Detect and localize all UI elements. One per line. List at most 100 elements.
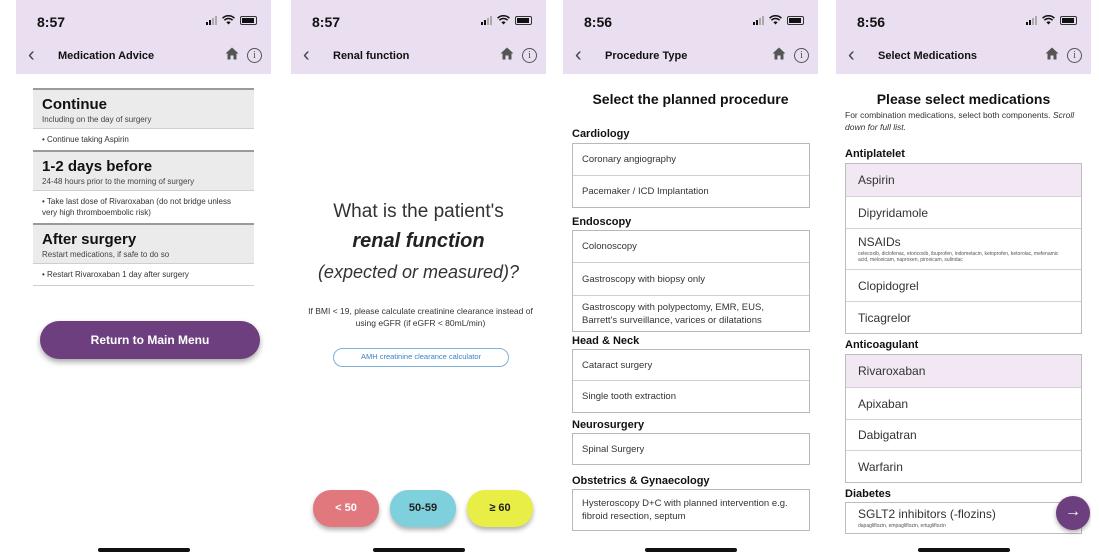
- status-time: 8:57: [37, 14, 66, 30]
- section-after-header: After surgery Restart medications, if sa…: [33, 223, 254, 263]
- status-bar: 8:57: [291, 0, 546, 40]
- medication-label: SGLT2 inhibitors (-flozins): [858, 507, 996, 521]
- category-obstetrics: Obstetrics & Gynaecology: [572, 475, 710, 487]
- renal-gte60-button[interactable]: ≥ 60: [467, 490, 533, 527]
- medication-components: dapagliflozin, empagliflozin, ertugliflo…: [858, 523, 946, 529]
- question-line-3: (expected or measured)?: [317, 262, 520, 282]
- procedure-list: Spinal Surgery: [572, 433, 810, 465]
- procedure-option[interactable]: Single tooth extraction: [573, 380, 809, 412]
- category-diabetes: Diabetes: [845, 488, 891, 500]
- procedure-list: Hysteroscopy D+C with planned interventi…: [572, 489, 810, 531]
- advice-item: • Restart Rivaroxaban 1 day after surger…: [33, 263, 254, 286]
- procedure-option[interactable]: Pacemaker / ICD Implantation: [573, 175, 809, 207]
- nav-bar: ‹ Select Medications i: [836, 40, 1091, 74]
- status-time: 8:57: [312, 14, 341, 30]
- signal-icon: [753, 15, 764, 25]
- medication-option-selected[interactable]: Rivaroxaban: [846, 355, 1081, 387]
- medication-option[interactable]: Warfarin: [846, 450, 1081, 482]
- return-main-menu-button[interactable]: Return to Main Menu: [40, 321, 260, 359]
- medication-label: Apixaban: [858, 396, 909, 411]
- creatinine-calculator-link[interactable]: AMH creatinine clearance calculator: [333, 348, 509, 367]
- medication-label: Rivaroxaban: [858, 364, 926, 378]
- category-endoscopy: Endoscopy: [572, 216, 632, 228]
- signal-icon: [1026, 15, 1037, 25]
- medication-label: Warfarin: [858, 459, 903, 474]
- procedure-option[interactable]: Hysteroscopy D+C with planned interventi…: [573, 490, 809, 530]
- medication-option[interactable]: SGLT2 inhibitors (-flozins) dapagliflozin…: [846, 503, 1081, 533]
- home-indicator: [97, 548, 190, 552]
- procedure-list: Cataract surgery Single tooth extraction: [572, 349, 810, 413]
- procedure-option[interactable]: Cataract surgery: [573, 350, 809, 380]
- back-chevron-icon[interactable]: ‹: [848, 44, 855, 67]
- medication-label: NSAIDs: [858, 235, 901, 249]
- section-subheading: Including on the day of surgery: [42, 115, 152, 124]
- nav-title: Select Medications: [878, 50, 978, 62]
- category-anticoagulant: Anticoagulant: [845, 339, 919, 351]
- subtitle-text: For combination medications, select both…: [845, 110, 1053, 120]
- home-icon[interactable]: [1045, 47, 1059, 60]
- info-icon[interactable]: i: [1067, 48, 1082, 63]
- section-continue-header: Continue Including on the day of surgery: [33, 88, 254, 128]
- procedure-option[interactable]: Spinal Surgery: [573, 434, 809, 464]
- medication-option[interactable]: Dabigatran: [846, 419, 1081, 450]
- wifi-icon: [769, 15, 782, 25]
- procedure-option[interactable]: Gastroscopy with biopsy only: [573, 262, 809, 295]
- battery-icon: [515, 15, 532, 25]
- medication-list: Aspirin Dipyridamole NSAIDs celecoxib, di…: [845, 163, 1082, 334]
- battery-icon: [1060, 15, 1077, 25]
- battery-icon: [240, 15, 257, 25]
- procedure-type-screen: 8:56 ‹ Procedure Type i Select the plann…: [563, 0, 818, 560]
- section-subheading: 24-48 hours prior to the morning of surg…: [42, 177, 195, 186]
- section-heading: Continue: [42, 96, 107, 113]
- medication-option-selected[interactable]: Aspirin: [846, 164, 1081, 196]
- back-chevron-icon[interactable]: ‹: [575, 44, 582, 67]
- section-heading: After surgery: [42, 231, 137, 248]
- medication-label: Dipyridamole: [858, 205, 929, 220]
- home-icon[interactable]: [500, 47, 514, 60]
- back-chevron-icon[interactable]: ‹: [303, 44, 310, 67]
- home-indicator: [372, 548, 465, 552]
- arrow-right-icon: →: [1065, 503, 1081, 520]
- medication-label: Dabigatran: [858, 428, 917, 442]
- info-icon[interactable]: i: [247, 48, 262, 63]
- procedure-option[interactable]: Colonoscopy: [573, 231, 809, 262]
- procedure-option[interactable]: Gastroscopy with polypectomy, EMR, EUS, …: [573, 295, 809, 331]
- wifi-icon: [222, 15, 235, 25]
- procedure-option[interactable]: Coronary angiography: [573, 144, 809, 175]
- advice-sections: Continue Including on the day of surgery…: [16, 88, 271, 286]
- medication-option[interactable]: Apixaban: [846, 387, 1081, 419]
- category-cardiology: Cardiology: [572, 128, 630, 140]
- battery-icon: [787, 15, 804, 25]
- home-icon[interactable]: [772, 47, 786, 60]
- next-button[interactable]: →: [1056, 496, 1090, 530]
- home-indicator: [644, 548, 737, 552]
- advice-item: • Continue taking Aspirin: [33, 128, 254, 150]
- status-bar: 8:56: [563, 0, 818, 40]
- nav-bar: ‹ Renal function i: [291, 40, 546, 74]
- question-line-1: What is the patient's: [333, 201, 504, 222]
- info-icon[interactable]: i: [522, 48, 537, 63]
- category-antiplatelet: Antiplatelet: [845, 148, 905, 160]
- procedure-list: Coronary angiography Pacemaker / ICD Imp…: [572, 143, 810, 208]
- medication-list: SGLT2 inhibitors (-flozins) dapagliflozin…: [845, 502, 1082, 534]
- medication-option[interactable]: Ticagrelor: [846, 301, 1081, 333]
- medication-list: Rivaroxaban Apixaban Dabigatran Warfarin: [845, 354, 1082, 483]
- nav-title: Procedure Type: [605, 50, 688, 62]
- renal-50-59-button[interactable]: 50-59: [390, 490, 456, 527]
- medication-option[interactable]: Dipyridamole: [846, 196, 1081, 228]
- medication-advice-screen: 8:57 ‹ Medication Advice i Continue Incl…: [16, 0, 271, 560]
- page-title: Select the planned procedure: [592, 91, 789, 107]
- home-icon[interactable]: [225, 47, 239, 60]
- renal-lt50-button[interactable]: < 50: [313, 490, 379, 527]
- status-icons: [206, 15, 257, 25]
- medication-label: Clopidogrel: [858, 278, 919, 293]
- nav-bar: ‹ Procedure Type i: [563, 40, 818, 74]
- medication-option[interactable]: Clopidogrel: [846, 269, 1081, 301]
- section-subheading: Restart medications, if safe to do so: [42, 250, 170, 259]
- medication-option[interactable]: NSAIDs celecoxib, diclofenac, etoricoxib,…: [846, 228, 1081, 269]
- medication-components: celecoxib, diclofenac, etoricoxib, ibupr…: [858, 251, 1059, 263]
- select-medications-screen: 8:56 ‹ Select Medications i Please selec…: [836, 0, 1091, 560]
- info-icon[interactable]: i: [794, 48, 809, 63]
- back-chevron-icon[interactable]: ‹: [28, 44, 35, 67]
- status-bar: 8:57: [16, 0, 271, 40]
